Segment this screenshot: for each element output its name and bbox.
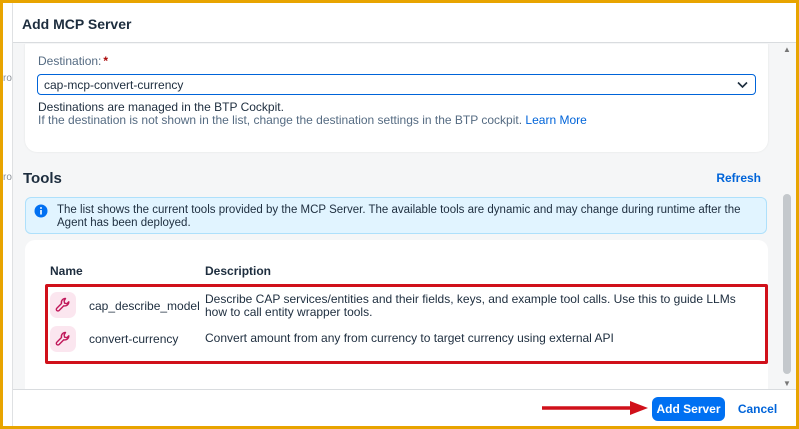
cancel-button[interactable]: Cancel xyxy=(735,397,780,421)
chevron-down-icon[interactable] xyxy=(736,78,749,91)
vertical-scrollbar[interactable]: ▲ ▼ xyxy=(780,44,794,389)
annotation-highlight-box xyxy=(45,284,768,364)
dialog-footer: Add Server Cancel xyxy=(13,389,796,426)
column-header-name: Name xyxy=(50,264,83,278)
refresh-button[interactable]: Refresh xyxy=(716,171,761,185)
destination-label: Destination: * xyxy=(38,54,108,68)
scrollbar-thumb[interactable] xyxy=(783,194,791,374)
annotation-arrow-icon xyxy=(542,401,648,415)
background-text: ro xyxy=(3,73,12,84)
destination-card: Destination: * cap-mcp-convert-currency D… xyxy=(25,44,768,152)
dialog-header: Add MCP Server xyxy=(13,3,796,43)
dialog-title: Add MCP Server xyxy=(22,16,132,32)
background-text: ro xyxy=(3,172,12,183)
scroll-up-icon[interactable]: ▲ xyxy=(783,45,791,54)
tools-section-title: Tools xyxy=(23,170,62,187)
destination-hint-text: If the destination is not shown in the l… xyxy=(38,113,523,127)
column-header-description: Description xyxy=(205,264,272,278)
destination-select[interactable]: cap-mcp-convert-currency xyxy=(37,74,756,95)
add-server-button[interactable]: Add Server xyxy=(652,397,725,421)
destination-info: Destinations are managed in the BTP Cock… xyxy=(38,100,284,114)
learn-more-link[interactable]: Learn More xyxy=(525,113,586,127)
tools-info-strip: The list shows the current tools provide… xyxy=(25,197,767,234)
screenshot-frame: ro ro Add MCP Server Destination: * cap-m… xyxy=(3,3,796,426)
destination-select-value: cap-mcp-convert-currency xyxy=(44,78,184,92)
add-mcp-server-dialog: Add MCP Server Destination: * cap-mcp-con… xyxy=(12,3,796,426)
required-mark: * xyxy=(103,54,109,68)
scroll-down-icon[interactable]: ▼ xyxy=(783,379,791,388)
tools-info-message: The list shows the current tools provide… xyxy=(57,204,741,229)
destination-label-text: Destination: xyxy=(38,54,102,68)
destination-hint: If the destination is not shown in the l… xyxy=(38,113,587,127)
info-icon xyxy=(34,204,48,218)
